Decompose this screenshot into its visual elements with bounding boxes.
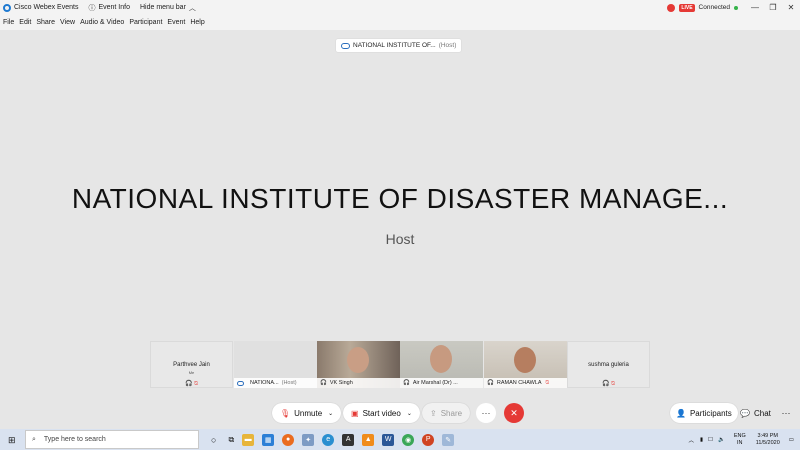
live-badge: LIVE [679,3,695,12]
chat-button[interactable]: 💬 Chat [734,403,777,423]
word-icon[interactable]: W [382,433,395,446]
title-bar-right: LIVE Connected — ❐ ✕ [667,0,800,15]
battery-icon[interactable]: ▮ [700,437,703,443]
info-icon: ⓘ [88,4,96,12]
file-explorer-icon[interactable]: ▬ [242,433,255,446]
close-icon: ✕ [510,407,518,418]
meeting-controls: 🎙 Unmute ⌄ ▣ Start video ⌄ ⇪ Share ··· ✕… [0,397,800,429]
chevron-down-icon[interactable]: ⌄ [407,410,412,417]
participant-video [430,345,452,373]
minimize-icon[interactable]: — [746,3,764,12]
menu-edit[interactable]: Edit [19,19,31,26]
chevron-up-icon: ︿ [188,4,196,12]
recording-icon [667,3,676,12]
menu-view[interactable]: View [60,19,75,26]
more-options-button[interactable]: ··· [476,403,496,423]
participant-tile[interactable]: sushma guleria 🎧 ⍉ [567,341,650,388]
cloud-icon [341,42,350,49]
meeting-stage: NATIONAL INSTITUTE OF... (Host) NATIONAL… [0,30,800,397]
chevron-up-icon[interactable]: ︿ [688,436,694,444]
participant-name: Parthvee Jain [173,362,210,368]
participant-name: VK Singh [329,380,353,386]
menu-event[interactable]: Event [167,19,185,26]
mic-muted-icon: ⍉ [611,381,615,387]
task-view-icon[interactable]: ⧉ [228,435,234,445]
notifications-icon[interactable]: ▭ [789,437,794,443]
headset-icon: 🎧 [487,380,494,386]
menu-share[interactable]: Share [36,19,55,26]
chat-icon: 💬 [740,408,750,418]
network-icon[interactable]: ☐ [708,437,713,443]
title-bar: Cisco Webex Events ⓘ Event Info Hide men… [0,0,800,15]
system-tray: ︿ ▮ ☐ 🔈 ENG IN 3:49 PM 11/5/2020 ▭ [688,429,800,450]
menu-file[interactable]: File [3,19,14,26]
participant-tile[interactable]: Parthvee Jain Me 🎧 ⍉ [150,341,233,388]
participant-name: sushma guleria [588,362,629,368]
search-icon: ⌕ [32,435,36,443]
participant-tile[interactable]: 🎧 RAMAN CHAWLA ⍉ [484,341,567,388]
participant-video [514,347,536,373]
participant-name: NATIONA... [250,380,279,386]
taskbar-search-input[interactable]: ⌕ Type here to search [25,430,199,449]
connected-indicator-icon [734,5,738,10]
headset-icon: 🎧 [320,380,327,386]
restore-icon[interactable]: ❐ [764,3,782,12]
participant-tile[interactable]: NATIONA... (Host) [234,341,317,388]
edge-icon[interactable]: e [322,433,335,446]
mic-muted-icon: 🎙 [280,408,291,418]
acrobat-icon[interactable]: A [342,433,355,446]
video-off-icon: ▣ [351,408,359,418]
participant-name: RAMAN CHAWLA [496,380,542,386]
menu-help[interactable]: Help [190,19,204,26]
mic-muted-icon: ⍉ [194,381,198,387]
start-video-button[interactable]: ▣ Start video ⌄ [343,403,420,423]
mic-muted-icon: ⍉ [545,379,549,386]
cloud-icon [237,380,244,386]
share-icon: ⇪ [430,408,437,418]
person-icon: 👤 [676,408,686,418]
headset-icon: 🎧 [602,381,610,387]
active-speaker-name: NATIONAL INSTITUTE OF DISASTER MANAGE... [71,183,729,214]
participant-name: Air Marshal (Dr) ... [412,380,458,386]
active-speaker-chip: NATIONAL INSTITUTE OF... (Host) [336,39,462,52]
connection-status: Connected [698,4,730,11]
participants-button[interactable]: 👤 Participants [670,403,738,423]
leave-meeting-button[interactable]: ✕ [504,403,524,423]
cortana-icon[interactable]: ○ [211,435,216,445]
windows-taskbar: ⊞ ⌕ Type here to search ○ ⧉ ▬ ▦ ● ✦ e A … [0,429,800,450]
app-icon[interactable]: ✦ [302,433,315,446]
share-button[interactable]: ⇪ Share [422,403,471,423]
webex-logo-icon [3,3,11,12]
participant-tile[interactable]: 🎧 Air Marshal (Dr) ... [400,341,483,388]
volume-icon[interactable]: 🔈 [718,437,725,443]
clock[interactable]: 3:49 PM 11/5/2020 [756,433,780,447]
hide-menu-bar-button[interactable]: Hide menu bar ︿ [140,3,196,13]
menu-participant[interactable]: Participant [129,19,162,26]
participant-sub: Me [188,370,195,375]
unmute-button[interactable]: 🎙 Unmute ⌄ [272,403,342,423]
vlc-icon[interactable]: ▲ [362,433,375,446]
headset-icon: 🎧 [185,381,193,387]
powerpoint-icon[interactable]: P [422,433,435,446]
headset-icon: 🎧 [403,380,410,386]
chevron-down-icon[interactable]: ⌄ [328,410,333,417]
participant-tile[interactable]: 🎧 VK Singh [317,341,400,388]
close-icon[interactable]: ✕ [782,3,800,12]
paint-icon[interactable]: ✎ [442,433,455,446]
chrome-icon[interactable]: ◉ [402,433,415,446]
event-info-button[interactable]: ⓘ Event Info [88,3,130,13]
firefox-icon[interactable]: ● [282,433,295,446]
menu-audio-video[interactable]: Audio & Video [80,19,124,26]
more-panels-button[interactable]: ⋯ [776,403,796,423]
language-indicator[interactable]: ENG IN [734,433,746,447]
app-title: Cisco Webex Events [0,3,78,12]
store-icon[interactable]: ▦ [262,433,275,446]
windows-start-icon[interactable]: ⊞ [8,435,16,446]
participant-video [347,347,369,373]
menu-bar: File Edit Share View Audio & Video Parti… [0,15,800,30]
active-speaker-role: Host [385,231,415,247]
